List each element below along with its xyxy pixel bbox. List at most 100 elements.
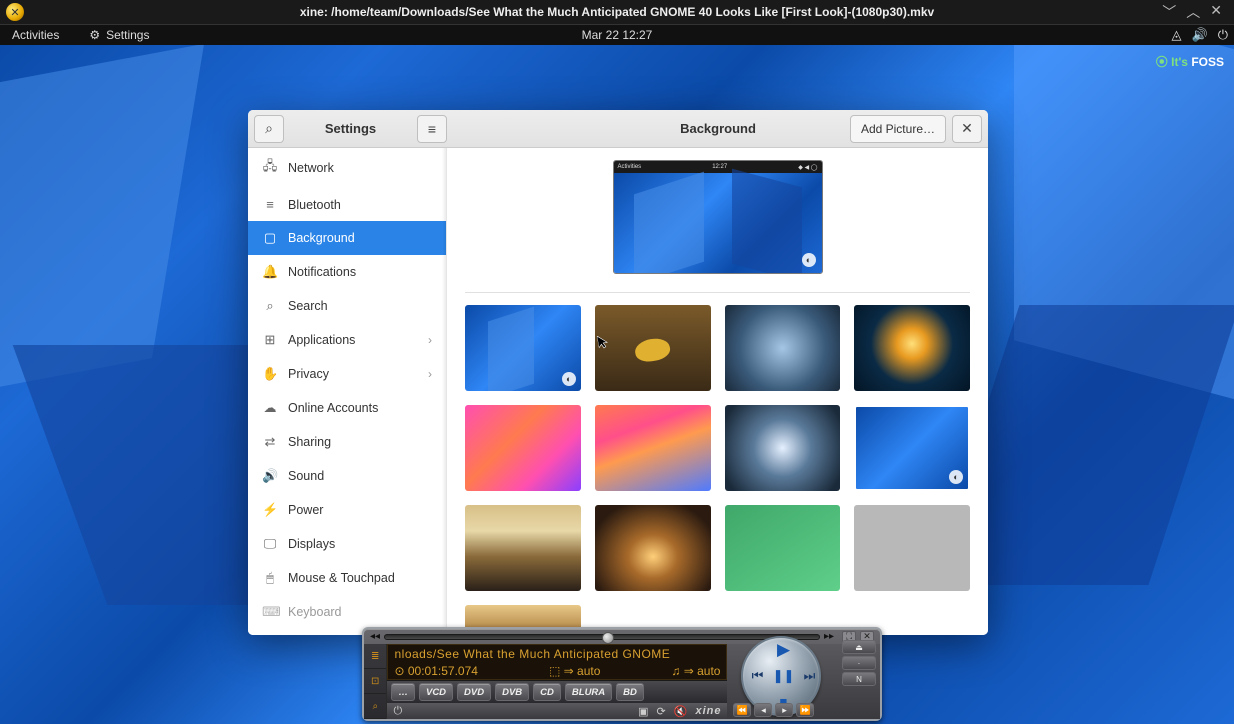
search-row-icon: ⌕ xyxy=(262,298,278,314)
media-more-button[interactable]: … xyxy=(391,683,415,701)
activities-button[interactable]: Activities xyxy=(6,28,65,42)
sidebar-item-label: Power xyxy=(288,503,323,517)
sidebar-item-bluetooth[interactable]: ≡ Bluetooth xyxy=(248,188,446,221)
sidebar-item-power[interactable]: ⚡ Power xyxy=(248,493,446,527)
wallpaper-thumb[interactable] xyxy=(465,505,581,591)
mute-button[interactable]: 🔇 xyxy=(674,705,688,718)
wallpaper-thumb[interactable] xyxy=(465,405,581,491)
topbar-app-label: Settings xyxy=(106,28,149,42)
preview-topbar-right: ◆ ◀ ◯ xyxy=(798,164,817,171)
seek-back-button[interactable]: ◂◂ xyxy=(370,631,380,642)
sidebar-item-sharing[interactable]: ⇄ Sharing xyxy=(248,425,446,459)
sidebar-item-search[interactable]: ⌕ Search xyxy=(248,289,446,323)
notifications-row-icon: 🔔 xyxy=(262,264,278,280)
keyboard-row-icon: ⌨ xyxy=(262,604,278,620)
lcd-side-stack: ≣ ⊡ ⌕ xyxy=(364,644,387,719)
power-icon[interactable]: ⏻ xyxy=(1218,27,1228,43)
settings-header: ⌕ Settings ≡ Background Add Picture… ✕ xyxy=(248,110,988,148)
close-icon: ✕ xyxy=(961,120,973,137)
sidebar-item-online-accounts[interactable]: ☁ Online Accounts xyxy=(248,391,446,425)
wallpaper-thumb[interactable] xyxy=(854,305,970,391)
preview-topbar-center: 12:27 xyxy=(712,164,727,170)
sidebar-item-sound[interactable]: 🔊 Sound xyxy=(248,459,446,493)
window-maximize-icon[interactable]: ︿ xyxy=(1186,2,1200,22)
wallpaper-thumb[interactable] xyxy=(595,405,711,491)
wallpaper-thumb[interactable]: ◐ xyxy=(465,305,581,391)
wallpaper-thumb[interactable] xyxy=(725,505,841,591)
volume-icon[interactable]: 🔊 xyxy=(1192,27,1208,43)
sidebar-item-privacy[interactable]: ✋ Privacy › xyxy=(248,357,446,391)
seek-slider[interactable] xyxy=(384,634,820,640)
window-title: xine: /home/team/Downloads/See What the … xyxy=(300,5,934,19)
play-button[interactable]: ▶ xyxy=(772,639,794,661)
sidebar-item-displays[interactable]: 🖵 Displays xyxy=(248,527,446,561)
chevron-right-icon: › xyxy=(428,367,432,381)
eject-button[interactable]: ⏏ xyxy=(842,640,876,654)
background-row-icon: ▢ xyxy=(262,230,278,246)
sidebar-title: Settings xyxy=(290,121,411,136)
lcd-timecode: ⊙ 00:01:57.074 xyxy=(394,664,477,678)
media-bd-button[interactable]: BD xyxy=(616,683,644,701)
media-dvb-button[interactable]: DVB xyxy=(495,683,529,701)
wallpaper-thumb[interactable] xyxy=(725,305,841,391)
topbar-app-menu[interactable]: ⚙ Settings xyxy=(83,28,155,42)
nav-button[interactable]: N xyxy=(842,672,876,686)
wallpaper-thumb[interactable]: ◐ xyxy=(854,405,970,491)
lcd-icon[interactable]: ≣ xyxy=(364,644,386,669)
wallpaper-thumb[interactable] xyxy=(595,305,711,391)
lcd-marquee: nloads/See What the Much Anticipated GNO… xyxy=(388,645,726,663)
sidebar-item-label: Applications xyxy=(288,333,355,347)
sidebar-item-label: Search xyxy=(288,299,328,313)
screenshot-button[interactable]: ▣ xyxy=(638,705,648,718)
next-button[interactable]: ⏭ xyxy=(798,665,820,687)
topbar-clock[interactable]: Mar 22 12:27 xyxy=(582,28,653,42)
sidebar-item-applications[interactable]: ⊞ Applications › xyxy=(248,323,446,357)
sidebar-item-label: Notifications xyxy=(288,265,356,279)
xine-logo: xine xyxy=(695,705,721,717)
window-minimize-icon[interactable]: ﹀ xyxy=(1162,2,1176,22)
step-back-button[interactable]: ◂ xyxy=(754,703,772,717)
lcd-icon[interactable]: ⌕ xyxy=(364,694,386,719)
media-cd-button[interactable]: CD xyxy=(533,683,561,701)
media-dvd-button[interactable]: DVD xyxy=(457,683,491,701)
info-badge-icon: ◐ xyxy=(562,372,576,386)
sidebar-item-notifications[interactable]: 🔔 Notifications xyxy=(248,255,446,289)
sidebar-item-label: Network xyxy=(288,161,334,175)
seek-fwd-button[interactable]: ▸▸ xyxy=(824,631,834,642)
sidebar-item-label: Keyboard xyxy=(288,605,342,619)
settings-close-button[interactable]: ✕ xyxy=(952,115,982,143)
add-picture-button[interactable]: Add Picture… xyxy=(850,115,946,143)
pause-button[interactable]: ❚❚ xyxy=(772,665,794,687)
network-icon[interactable]: ◬ xyxy=(1172,27,1182,43)
bottom-toolbar: ⏻ ▣ ⟳ 🔇 xine xyxy=(387,703,727,719)
wallpaper-thumb[interactable] xyxy=(854,505,970,591)
current-background-preview[interactable]: Activities 12:27 ◆ ◀ ◯ ◐ xyxy=(613,160,823,274)
wallpaper-thumb[interactable] xyxy=(595,505,711,591)
step-fwd-button[interactable]: ▸ xyxy=(775,703,793,717)
slow-fwd-button[interactable]: ⏩ xyxy=(796,703,814,717)
window-close-icon[interactable]: ✕ xyxy=(1210,2,1222,22)
sidebar-item-network[interactable]: 🖧 Network xyxy=(248,148,446,188)
prev-button[interactable]: ⏮ xyxy=(746,665,768,687)
media-bluray-button[interactable]: BLURA xyxy=(565,683,612,701)
hamburger-button[interactable]: ≡ xyxy=(417,115,447,143)
sidebar-item-label: Displays xyxy=(288,537,335,551)
video-area: ⦿ It's FOSS ⌕ Settings ≡ Background Add … xyxy=(0,45,1234,724)
aux-button[interactable]: · xyxy=(842,656,876,670)
seek-knob[interactable] xyxy=(602,632,614,644)
online-accounts-row-icon: ☁ xyxy=(262,400,278,416)
gnome-topbar: Activities ⚙ Settings Mar 22 12:27 ◬ 🔊 ⏻ xyxy=(0,24,1234,45)
settings-panel-title: Background xyxy=(680,121,756,136)
power-button[interactable]: ⏻ xyxy=(393,705,402,718)
media-vcd-button[interactable]: VCD xyxy=(419,683,453,701)
sidebar-item-mouse-touchpad[interactable]: 🖱 Mouse & Touchpad xyxy=(248,561,446,595)
search-button[interactable]: ⌕ xyxy=(254,115,284,143)
repeat-button[interactable]: ⟳ xyxy=(657,705,666,718)
slow-rew-button[interactable]: ⏪ xyxy=(733,703,751,717)
divider xyxy=(465,292,970,293)
settings-window: ⌕ Settings ≡ Background Add Picture… ✕ 🖧… xyxy=(248,110,988,635)
lcd-icon[interactable]: ⊡ xyxy=(364,669,386,694)
lcd-display: nloads/See What the Much Anticipated GNO… xyxy=(387,644,727,680)
sidebar-item-background[interactable]: ▢ Background xyxy=(248,221,446,255)
wallpaper-thumb[interactable] xyxy=(725,405,841,491)
